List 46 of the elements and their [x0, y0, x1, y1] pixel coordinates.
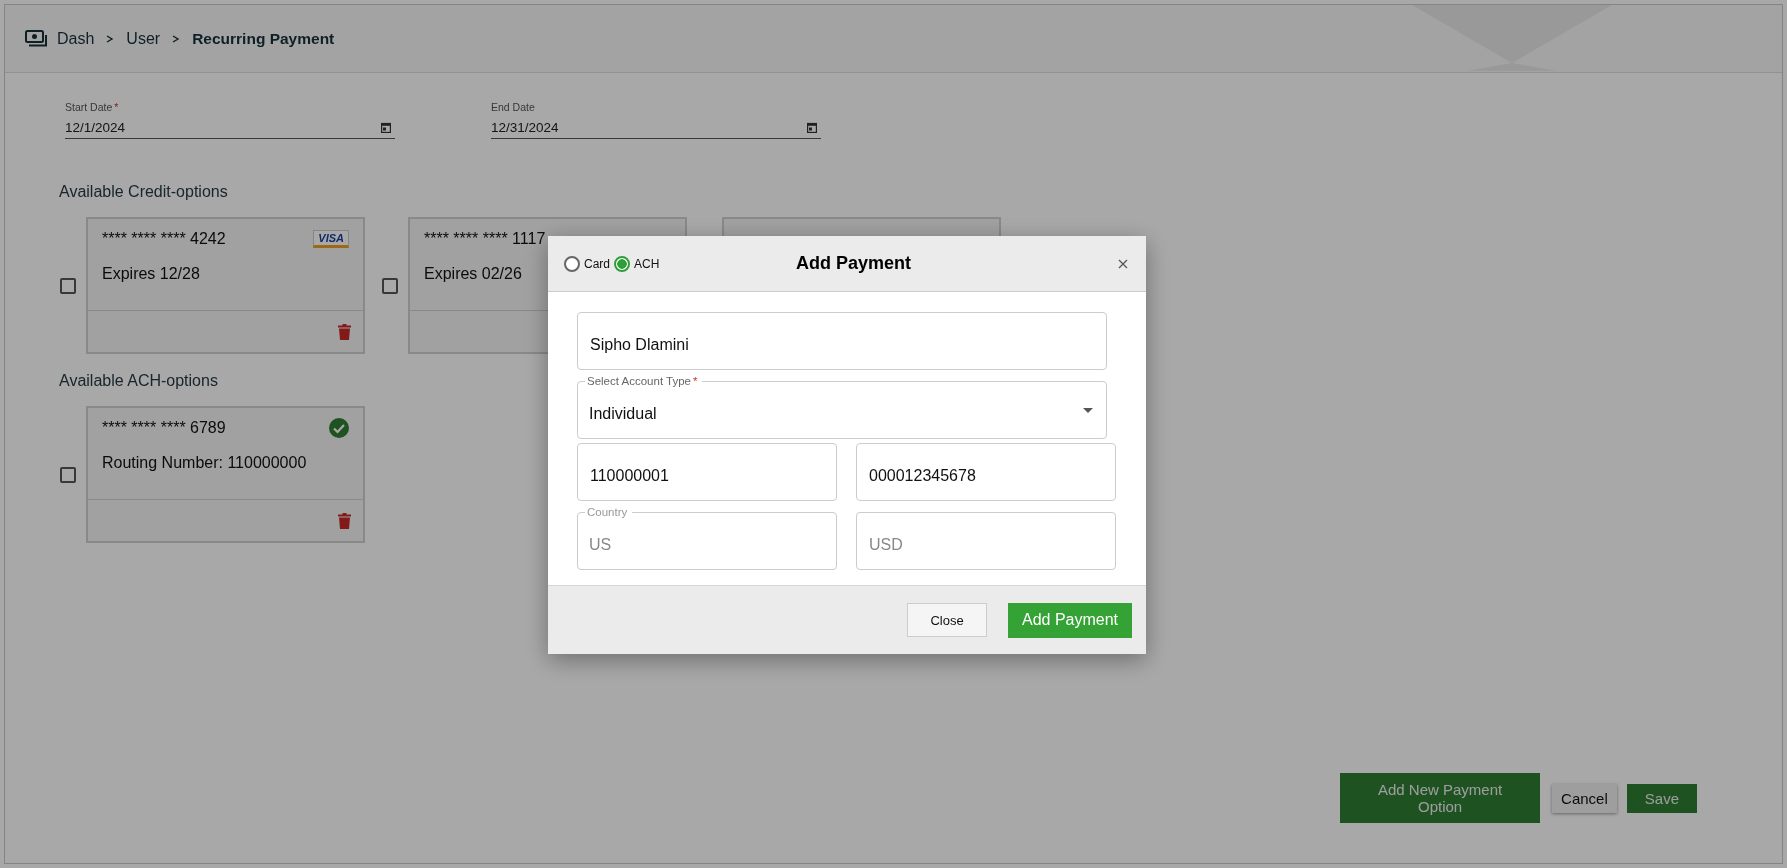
breadcrumb-link[interactable]: User — [126, 29, 161, 48]
required-mark: * — [114, 101, 119, 113]
checkbox[interactable] — [60, 277, 76, 294]
required-mark: * — [693, 375, 698, 387]
select-field[interactable]: Select Account Type * Individual — [577, 374, 1107, 439]
breadcrumb-link[interactable]: Dash — [57, 29, 95, 48]
trash-icon[interactable] — [338, 323, 351, 340]
date-field[interactable]: Start Date * 12/1/2024 — [65, 101, 395, 139]
section-heading: Available Credit-options — [59, 183, 228, 201]
input-field[interactable]: 000012345678 — [856, 443, 1116, 501]
checkbox[interactable] — [382, 277, 398, 294]
field-label: Country — [587, 506, 628, 518]
calendar-icon — [807, 122, 817, 133]
card-number: **** **** **** 4242 — [102, 230, 226, 248]
radio-label[interactable]: Card — [584, 256, 610, 271]
input-field[interactable]: 110000001 — [577, 443, 837, 501]
money-icon — [25, 29, 47, 48]
dialog-button[interactable]: Close — [907, 603, 987, 637]
action-button[interactable]: Cancel — [1552, 783, 1617, 813]
date-field[interactable]: End Date 12/31/2024 — [491, 101, 821, 139]
trash-icon[interactable] — [338, 512, 351, 529]
payment-card[interactable]: **** **** **** 4242 VISA Expires 12/28 — [86, 217, 365, 354]
payment-card[interactable]: **** **** **** 6789 Routing Number: 110000000 — [86, 406, 365, 543]
calendar-icon — [381, 122, 391, 133]
radio-button[interactable] — [564, 255, 580, 272]
dialog-title: Add Payment — [795, 253, 913, 274]
card-number: **** **** **** 1117 — [424, 230, 546, 248]
dropdown-caret-icon — [1083, 408, 1093, 413]
field-label: Start Date — [65, 101, 113, 113]
chevron-icon — [106, 33, 115, 44]
card-brand-logo: VISA — [313, 230, 349, 248]
checkbox[interactable] — [60, 466, 76, 483]
radio-label[interactable]: ACH — [634, 256, 660, 271]
field-label: Select Account Type — [587, 375, 691, 387]
card-number: **** **** **** 6789 — [102, 419, 226, 437]
close-icon[interactable] — [1118, 258, 1128, 269]
card-detail: Routing Number: 110000000 — [102, 454, 307, 472]
input-field[interactable]: Sipho Dlamini — [577, 312, 1107, 370]
card-detail: Expires 12/28 — [102, 265, 200, 283]
field-label: End Date — [491, 101, 535, 113]
field-value: 12/31/2024 — [491, 120, 559, 135]
field-value: 12/1/2024 — [65, 120, 126, 135]
chevron-icon — [172, 33, 181, 44]
section-heading: Available ACH-options — [59, 372, 218, 390]
radio-button[interactable] — [614, 255, 630, 272]
card-detail: Expires 02/26 — [424, 265, 522, 283]
